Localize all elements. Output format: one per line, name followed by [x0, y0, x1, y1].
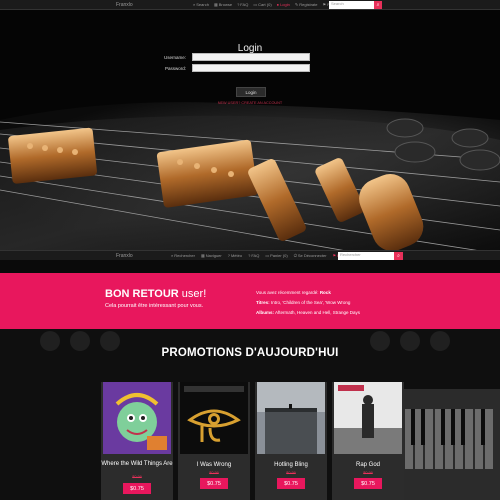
recently-viewed-titles: Titres: Intro, 'Children of the Sea', 'W… — [256, 300, 351, 305]
recently-viewed-albums: Albums: Aftermath, Heaven and Hell, Stra… — [256, 310, 361, 315]
username-field[interactable] — [192, 53, 310, 61]
promo-card[interactable]: I Was Wrong $0.99 $0.75 — [178, 382, 250, 500]
username-label: Username: — [163, 54, 186, 60]
create-account-link[interactable]: NEW USER? CREATE AN ACCOUNT — [0, 101, 500, 105]
language-icon: ⚑ — [322, 2, 327, 7]
promotion-cards: Where the Wild Things Are $0.99 $0.75 I … — [101, 382, 404, 500]
search-icon: ⌕ — [171, 253, 174, 258]
subnav-weather-link[interactable]: ? Météo — [228, 253, 242, 258]
subnav-cart-link[interactable]: ▭ Panier (0) — [265, 253, 287, 258]
search-icon: ⌕ — [397, 253, 400, 259]
price-button[interactable]: $0.75 — [277, 478, 305, 489]
spacer — [0, 260, 500, 273]
nav-cart-link[interactable]: ▭ Cart (0) — [253, 2, 271, 7]
faq-icon: ? — [237, 2, 240, 7]
price-button[interactable]: $0.75 — [354, 478, 382, 489]
browse-icon: ▦ — [200, 253, 205, 258]
welcome-banner: BON RETOUR user! Cela pourrait être inté… — [0, 273, 500, 329]
welcome-title: BON RETOUR user! — [105, 288, 207, 300]
album-cover[interactable] — [334, 382, 402, 454]
album-name[interactable]: Rap God — [332, 462, 404, 469]
hero-banner: Login Username: Password: Login NEW USER… — [0, 10, 500, 250]
old-price: $0.99 — [363, 471, 373, 475]
password-field[interactable] — [192, 64, 310, 72]
album-cover[interactable] — [180, 382, 248, 454]
promotions-title: PROMOTIONS D'AUJOURD'HUI — [161, 347, 339, 359]
album-cover[interactable] — [257, 382, 325, 454]
password-label: Password: — [164, 65, 186, 71]
album-name[interactable]: Hotling Bling — [255, 462, 327, 469]
recently-viewed-genre: Vous avez récemment regardé: Rock — [256, 290, 331, 295]
search-icon: ⌕ — [193, 2, 196, 7]
price-button[interactable]: $0.75 — [123, 483, 151, 494]
nav-links: ⌕ Search ▦ Browse ? FAQ ▭ Cart (0) ● Login ✎ R… — [193, 2, 331, 7]
recently-viewed: Vous avez récemment regardé: Rock Titres… — [256, 288, 360, 318]
album-name[interactable]: I Was Wrong — [178, 462, 250, 469]
faq-icon: ? — [227, 253, 230, 258]
nav-faq-link[interactable]: ? FAQ — [237, 2, 248, 7]
login-icon: ● — [276, 2, 280, 7]
top-navbar: Franxlo ⌕ Search ▦ Browse ? FAQ ▭ Cart (0) ●… — [0, 0, 500, 10]
secondary-navbar: Franxlo ⌕ Rechercher ▦ Naviguer ? Météo ? FA… — [0, 250, 500, 260]
welcome-subtitle: Cela pourrait être intéressant pour vous… — [105, 303, 204, 309]
register-icon: ✎ — [294, 2, 299, 7]
promo-card[interactable]: Rap God $0.99 $0.75 — [332, 382, 404, 500]
search-button[interactable]: ⌕ — [374, 1, 382, 9]
search-input-secondary[interactable]: Rechercher — [338, 252, 394, 260]
promo-card[interactable]: Where the Wild Things Are $0.99 $0.75 — [101, 382, 173, 500]
nav-register-link[interactable]: ✎ Registrate — [295, 2, 318, 7]
password-row: Password: — [130, 64, 310, 72]
browse-icon: ▦ — [213, 2, 218, 7]
nav-search-link[interactable]: ⌕ Search — [193, 2, 209, 7]
subnav-logout-link[interactable]: ⏻ Se Déconnecter — [294, 253, 327, 258]
cart-icon: ▭ — [253, 2, 258, 7]
subnav-links: ⌕ Rechercher ▦ Naviguer ? Météo ? FAQ ▭ Panie… — [171, 253, 342, 258]
cart-icon: ▭ — [265, 253, 270, 258]
subnav-faq-link[interactable]: ? FAQ — [248, 253, 259, 258]
nav-browse-link[interactable]: ▦ Browse — [214, 2, 232, 7]
price-button[interactable]: $0.75 — [200, 478, 228, 489]
search-button-secondary[interactable]: ⌕ — [394, 252, 403, 260]
language-icon: ⚑ — [332, 253, 337, 258]
old-price: $0.99 — [209, 471, 219, 475]
old-price: $0.99 — [286, 471, 296, 475]
faq-icon: ? — [248, 253, 251, 258]
page: Franxlo ⌕ Search ▦ Browse ? FAQ ▭ Cart (0) ●… — [0, 0, 500, 500]
nav-login-link[interactable]: ● Login — [277, 2, 290, 7]
search-icon: ⌕ — [376, 2, 380, 8]
brand-logo-secondary[interactable]: Franxlo — [116, 253, 133, 259]
brand-logo[interactable]: Franxlo — [116, 2, 133, 8]
old-price: $0.99 — [132, 475, 142, 479]
username-row: Username: — [130, 53, 310, 61]
search-input[interactable]: Search — [329, 1, 374, 9]
promotions-section: PROMOTIONS D'AUJOURD'HUI Where the Wild … — [0, 329, 500, 500]
album-cover[interactable] — [103, 382, 171, 454]
logout-icon: ⏻ — [293, 253, 297, 258]
subnav-browse-link[interactable]: ▦ Naviguer — [201, 253, 222, 258]
subnav-search-link[interactable]: ⌕ Rechercher — [171, 253, 195, 258]
promo-card[interactable]: Hotling Bling $0.99 $0.75 — [255, 382, 327, 500]
album-name[interactable]: Where the Wild Things Are — [101, 461, 173, 468]
login-button[interactable]: Login — [236, 87, 266, 97]
